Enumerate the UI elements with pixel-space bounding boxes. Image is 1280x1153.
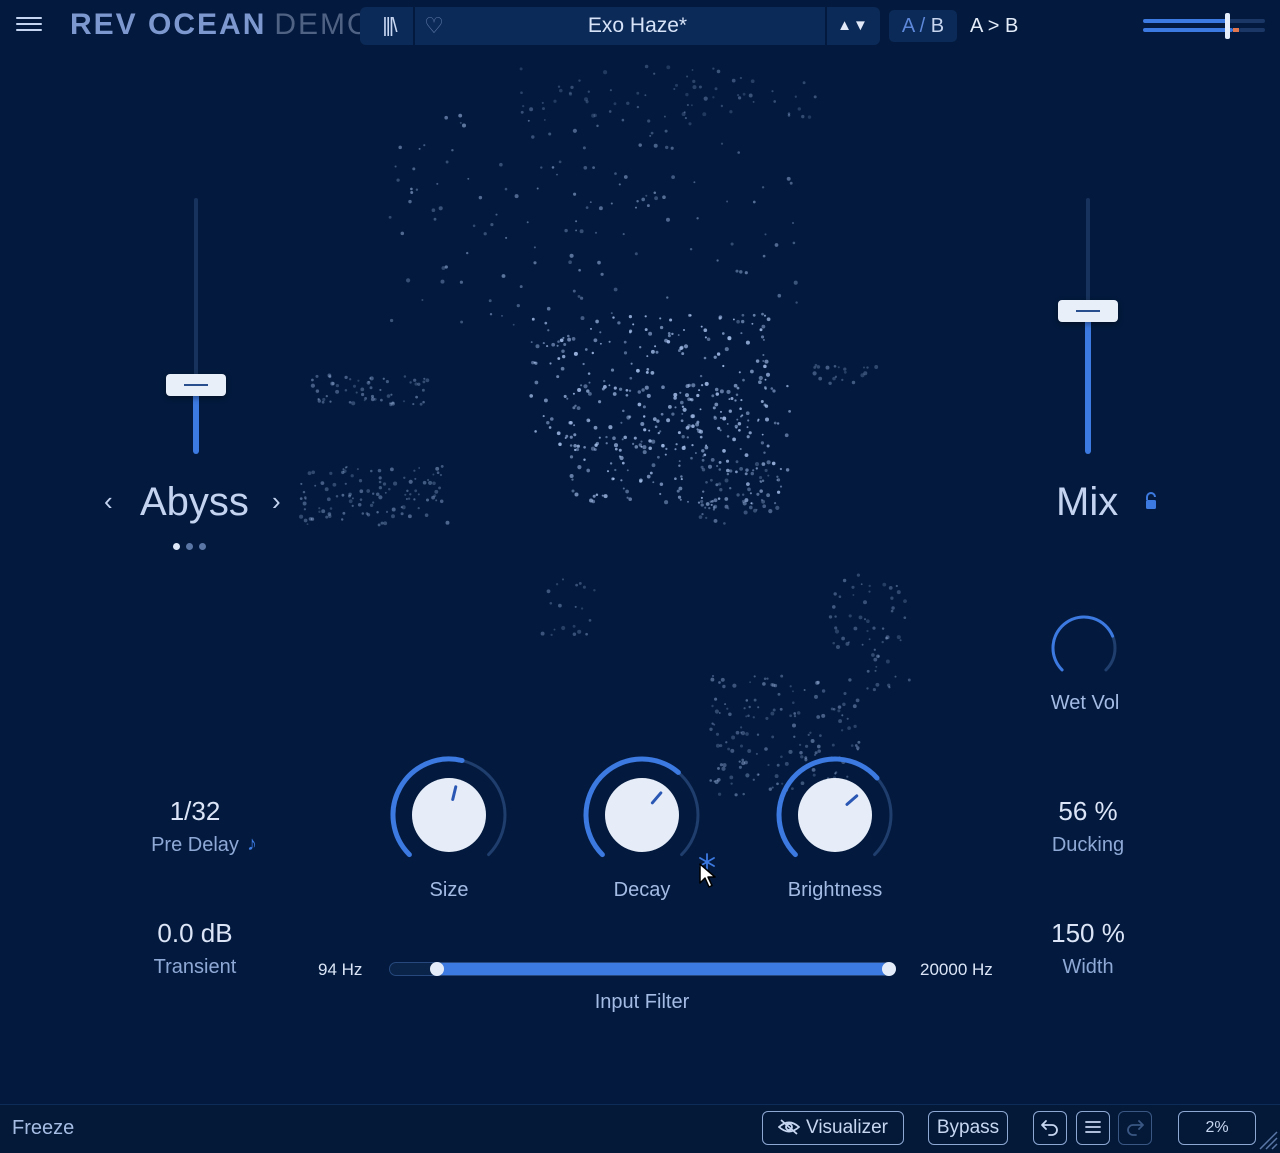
brightness-label: Brightness [787, 879, 883, 901]
tempo-sync-note-icon[interactable]: ♪ [247, 833, 257, 856]
brand-name: REV OCEAN [70, 8, 267, 41]
output-gain-thumb[interactable] [1225, 13, 1230, 39]
visualizer-label: Visualizer [805, 1117, 889, 1138]
preset-name[interactable]: Exo Haze* [450, 7, 825, 45]
mode-next-chevron-icon[interactable]: › [272, 486, 281, 517]
size-knob[interactable] [386, 754, 512, 868]
brightness-knob-cap[interactable] [798, 778, 872, 852]
ab-b-label: B [930, 15, 945, 37]
mode-page-dots[interactable] [173, 537, 212, 555]
ducking-label: Ducking [1051, 834, 1125, 856]
meter-bar-left [1143, 19, 1229, 23]
transient-value[interactable]: 0.0 dB [105, 918, 285, 949]
meter-bar-right-bg [1239, 28, 1265, 32]
list-icon [1085, 1121, 1101, 1133]
page-dot[interactable] [186, 543, 193, 550]
page-dot[interactable] [199, 543, 206, 550]
app-logo: REV OCEAN DEMO [70, 8, 372, 42]
ducking-value[interactable]: 56 % [998, 796, 1178, 827]
ab-copy-button[interactable]: A > B [970, 10, 1018, 42]
eye-off-icon [777, 1119, 801, 1135]
particle-cloud [568, 383, 791, 506]
input-filter-low-handle[interactable] [430, 962, 444, 976]
redo-button[interactable] [1118, 1111, 1152, 1145]
input-filter-low-value[interactable]: 94 Hz [318, 960, 362, 980]
mix-slider-fill [1085, 310, 1091, 454]
input-filter-label: Input Filter [594, 991, 690, 1013]
mix-slider-thumb[interactable] [1058, 299, 1118, 322]
particle-cloud [812, 363, 879, 386]
input-filter-high-value[interactable]: 20000 Hz [920, 960, 993, 980]
wet-vol-arc-value [1051, 615, 1115, 672]
history-list-button[interactable] [1076, 1111, 1110, 1145]
mode-prev-chevron-icon[interactable]: ‹ [104, 486, 113, 517]
particle-cloud [299, 464, 450, 527]
visualizer-button[interactable]: Visualizer [762, 1111, 904, 1145]
particle-cloud [388, 113, 798, 326]
freeze-button[interactable]: Freeze [12, 1117, 74, 1140]
input-filter-high-handle[interactable] [882, 962, 896, 976]
particle-cloud [828, 573, 911, 692]
transient-label: Transient [153, 956, 237, 978]
bypass-button[interactable]: Bypass [928, 1111, 1008, 1145]
hamburger-menu-icon[interactable] [16, 13, 42, 35]
cpu-zoom-indicator[interactable]: 2% [1178, 1111, 1256, 1145]
pre-delay-label: Pre Delay [151, 834, 239, 856]
undo-icon [1041, 1120, 1058, 1136]
decay-knob[interactable] [579, 754, 705, 868]
page-dot[interactable] [173, 543, 180, 550]
decay-knob-cap[interactable] [605, 778, 679, 852]
input-filter-range[interactable] [437, 963, 889, 975]
reverb-visualizer [299, 64, 911, 797]
undo-button[interactable] [1033, 1111, 1067, 1145]
ab-a-label: A [901, 15, 915, 37]
preset-library-icon[interactable]: |||\ [374, 10, 404, 42]
brand-demo-suffix: DEMO [274, 8, 373, 41]
particle-cloud [529, 313, 771, 455]
meter-bar-left-bg [1229, 19, 1265, 23]
wet-vol-knob[interactable] [1048, 612, 1120, 684]
favorite-heart-icon[interactable]: ♡ [420, 10, 448, 42]
particle-cloud [519, 64, 817, 126]
preset-divider [413, 7, 415, 45]
width-label: Width [1062, 956, 1114, 978]
particle-cloud [310, 373, 430, 407]
particle-cloud [698, 455, 780, 525]
size-knob-cap[interactable] [412, 778, 486, 852]
particle-cloud [540, 578, 596, 637]
pre-delay-value[interactable]: 1/32 [105, 796, 285, 827]
wet-vol-label: Wet Vol [1050, 692, 1120, 714]
output-level-meter[interactable] [1143, 13, 1267, 39]
mouse-cursor-icon [699, 863, 716, 888]
width-value[interactable]: 150 % [998, 918, 1178, 949]
redo-icon [1127, 1120, 1144, 1136]
ab-toggle[interactable]: A / B [889, 10, 957, 42]
meter-bar-right [1143, 28, 1233, 32]
resize-handle-icon[interactable] [1256, 1128, 1278, 1150]
mix-lock-icon[interactable] [1144, 492, 1158, 510]
mix-label: Mix [1056, 480, 1119, 524]
preset-divider [825, 7, 827, 45]
preset-prev-next-arrows[interactable]: ▲▼ [830, 7, 876, 45]
mode-slider-thumb[interactable] [166, 373, 226, 396]
mode-name: Abyss [140, 480, 249, 524]
ab-separator: / [914, 15, 931, 37]
brightness-knob[interactable] [772, 754, 898, 868]
size-label: Size [429, 879, 469, 901]
